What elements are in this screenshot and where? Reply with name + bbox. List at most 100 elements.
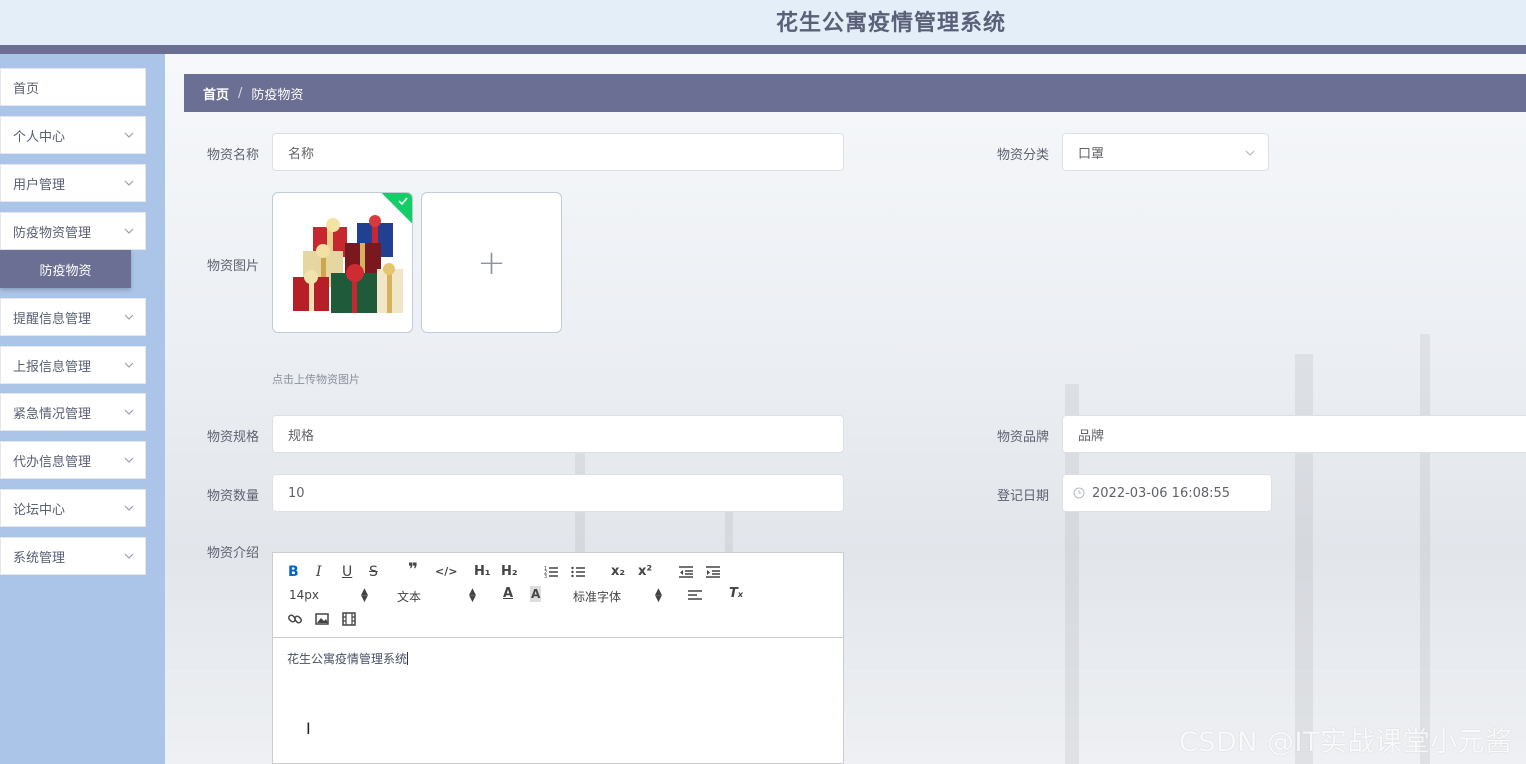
chevron-down-icon <box>124 314 134 320</box>
sidebar-item-users[interactable]: 用户管理 <box>0 164 146 202</box>
font-size-picker[interactable]: 14px ▲ ▼ <box>289 587 369 604</box>
sidebar-subitem-supplies[interactable]: 防疫物资 <box>0 250 131 288</box>
image-label: 物资图片 <box>207 259 260 274</box>
strike-icon[interactable]: S <box>369 564 378 580</box>
text-color-icon[interactable]: A <box>503 586 513 602</box>
background-decoration <box>1420 334 1430 764</box>
plus-icon: + <box>477 242 506 283</box>
video-icon[interactable] <box>341 611 357 627</box>
category-select[interactable]: 口罩 <box>1062 133 1269 171</box>
header1-icon[interactable]: H₁ <box>474 564 491 580</box>
chevron-down-icon <box>124 553 134 559</box>
sidebar-item-label: 用户管理 <box>13 177 66 193</box>
sidebar-item-forum[interactable]: 论坛中心 <box>0 489 146 527</box>
sidebar-item-label: 系统管理 <box>13 550 66 566</box>
breadcrumb-current: 防疫物资 <box>251 87 304 103</box>
quantity-input[interactable]: 10 <box>272 474 844 512</box>
blockquote-icon[interactable]: ❞ <box>408 562 418 579</box>
outdent-icon[interactable] <box>678 564 694 580</box>
text-caret <box>407 652 409 665</box>
spec-input[interactable]: 规格 <box>272 415 844 453</box>
chevron-down-icon <box>124 505 134 511</box>
app-title: 花生公寓疫情管理系统 <box>776 11 1007 36</box>
sidebar-item-label: 首页 <box>13 81 40 97</box>
spec-placeholder: 规格 <box>288 428 315 444</box>
name-input[interactable]: 名称 <box>272 133 844 171</box>
sidebar-item-home[interactable]: 首页 <box>0 68 146 106</box>
brand-input[interactable]: 品牌 <box>1062 415 1526 453</box>
chevron-down-icon <box>1245 150 1255 156</box>
breadcrumb: 首页 / 防疫物资 <box>184 74 1526 112</box>
font-family-picker[interactable]: 标准字体 ▲ ▼ <box>573 588 663 605</box>
background-color-icon[interactable]: A <box>530 586 542 602</box>
upload-add-button[interactable]: + <box>421 192 562 333</box>
watermark: CSDN @IT实战课堂小元酱 <box>1179 727 1513 758</box>
sidebar-item-system[interactable]: 系统管理 <box>0 537 146 575</box>
breadcrumb-separator: / <box>238 85 243 101</box>
rich-text-editor: B I U S ❞ </> H₁ H₂ 123 x₂ x² 14px ▲ ▼ 文本… <box>272 552 844 764</box>
brand-placeholder: 品牌 <box>1078 428 1105 444</box>
subscript-icon[interactable]: x₂ <box>611 564 625 580</box>
indent-icon[interactable] <box>705 564 721 580</box>
italic-icon[interactable]: I <box>316 564 322 580</box>
bullet-list-icon[interactable] <box>570 564 586 580</box>
ordered-list-icon[interactable]: 123 <box>543 564 559 580</box>
chevron-down-icon <box>124 132 134 138</box>
clear-format-icon[interactable]: Tx <box>729 586 743 603</box>
sidebar-item-profile[interactable]: 个人中心 <box>0 116 146 154</box>
superscript-icon[interactable]: x² <box>638 564 652 580</box>
editor-toolbar: B I U S ❞ </> H₁ H₂ 123 x₂ x² 14px ▲ ▼ 文本… <box>273 553 843 638</box>
chevron-down-icon <box>124 409 134 415</box>
image-icon[interactable] <box>314 611 330 627</box>
check-icon <box>398 197 408 206</box>
breadcrumb-home[interactable]: 首页 <box>203 84 229 103</box>
font-size-value: 14px <box>289 588 319 602</box>
sidebar-item-errands[interactable]: 代办信息管理 <box>0 441 146 479</box>
code-block-icon[interactable]: </> <box>435 564 457 580</box>
upload-tip: 点击上传物资图片 <box>272 373 360 386</box>
header-picker[interactable]: 文本 ▲ ▼ <box>397 588 477 605</box>
font-family-value: 标准字体 <box>573 590 622 604</box>
gift-boxes-image <box>293 215 403 313</box>
date-value: 2022-03-06 16:08:55 <box>1092 485 1231 501</box>
chevron-down-icon <box>124 228 134 234</box>
chevron-down-icon <box>124 180 134 186</box>
brand-label: 物资品牌 <box>997 430 1050 445</box>
chevron-down-icon <box>124 362 134 368</box>
picker-arrows-icon: ▲ ▼ <box>361 587 368 604</box>
clock-icon <box>1073 487 1085 499</box>
sidebar-item-label: 个人中心 <box>13 129 66 145</box>
sidebar-item-label: 上报信息管理 <box>13 359 92 375</box>
bold-icon[interactable]: B <box>288 564 299 580</box>
name-placeholder: 名称 <box>288 146 315 162</box>
editor-content[interactable]: 花生公寓疫情管理系统 <box>287 650 409 667</box>
spec-label: 物资规格 <box>207 430 260 445</box>
header2-icon[interactable]: H₂ <box>501 564 518 580</box>
date-picker[interactable]: 2022-03-06 16:08:55 <box>1062 474 1272 512</box>
intro-label: 物资介绍 <box>207 546 260 561</box>
sidebar-item-emergency[interactable]: 紧急情况管理 <box>0 393 146 431</box>
category-label: 物资分类 <box>997 148 1050 163</box>
align-icon[interactable] <box>687 588 703 604</box>
sidebar: 首页 个人中心 用户管理 防疫物资管理 防疫物资 提醒信息管理 上报信息管理 紧… <box>0 54 165 764</box>
sidebar-item-label: 紧急情况管理 <box>13 406 92 422</box>
link-icon[interactable] <box>287 611 303 627</box>
text-cursor-icon: I <box>306 719 311 738</box>
name-label: 物资名称 <box>207 148 260 163</box>
picker-arrows-icon: ▲ ▼ <box>655 587 662 604</box>
picker-arrows-icon: ▲ ▼ <box>469 587 476 604</box>
app-header: 花生公寓疫情管理系统 <box>0 0 1526 45</box>
sidebar-item-label: 代办信息管理 <box>13 454 92 470</box>
sidebar-item-reports[interactable]: 上报信息管理 <box>0 346 146 384</box>
sidebar-item-label: 提醒信息管理 <box>13 311 92 327</box>
sidebar-item-reminders[interactable]: 提醒信息管理 <box>0 298 146 336</box>
uploaded-image-card[interactable] <box>272 192 413 333</box>
sidebar-item-supplies[interactable]: 防疫物资管理 <box>0 212 146 250</box>
date-label: 登记日期 <box>997 489 1050 504</box>
sidebar-item-label: 论坛中心 <box>13 502 66 518</box>
underline-icon[interactable]: U <box>342 564 352 580</box>
quantity-value: 10 <box>288 485 305 501</box>
header-divider <box>0 45 1526 54</box>
category-value: 口罩 <box>1078 146 1105 162</box>
quantity-label: 物资数量 <box>207 489 260 504</box>
